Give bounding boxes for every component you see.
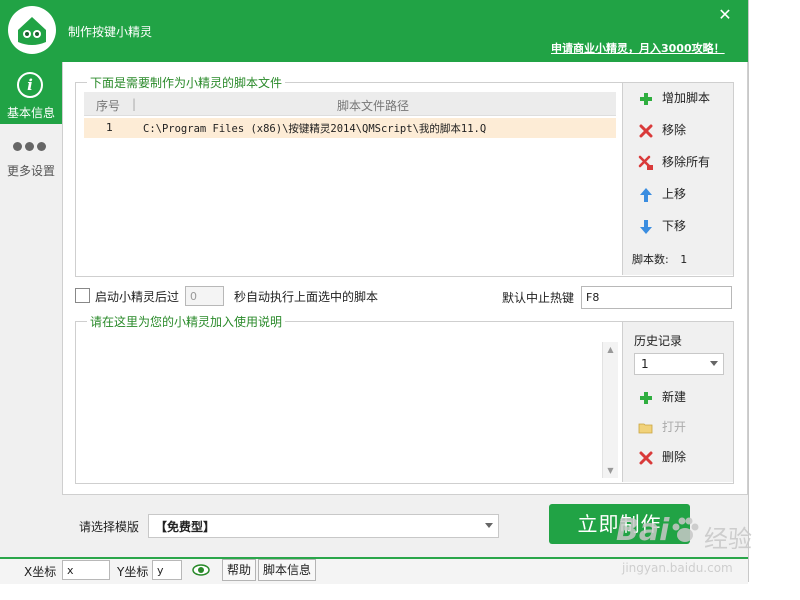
plus-icon [638,390,654,406]
y-coord-label: Y坐标 [117,565,149,579]
script-list-header: 序号 | 脚本文件路径 [84,92,616,116]
arrow-up-icon [638,187,654,203]
row-path: C:\Program Files (x86)\按键精灵2014\QMScript… [143,123,487,135]
history-panel: 历史记录 1 新建 打开 删除 [622,322,733,482]
scripts-group-legend: 下面是需要制作为小精灵的脚本文件 [87,74,286,91]
sidebar-item-basic-info[interactable]: i 基本信息 [0,62,62,124]
paw-icon [672,517,699,542]
script-count: 脚本数: 1 [632,251,687,267]
description-group-legend: 请在这里为您的小精灵加入使用说明 [87,313,286,330]
new-button[interactable]: 新建 [638,388,686,408]
history-select[interactable]: 1 [634,353,724,375]
app-logo-icon [8,6,56,54]
column-header-index[interactable]: 序号 [96,97,120,114]
hotkey-label: 默认中止热键 [502,291,575,305]
sidebar-item-more-settings[interactable]: 更多设置 [0,132,62,184]
delete-button[interactable]: 删除 [638,448,686,468]
folder-icon [638,420,654,436]
x-coord-label: X坐标 [24,565,57,579]
delete-label: 删除 [662,450,687,464]
sidebar-item-label: 基本信息 [6,106,55,120]
autorun-label: 启动小精灵后过 [95,290,180,304]
move-down-label: 下移 [662,219,687,233]
eye-icon[interactable] [192,561,210,579]
main-window: 制作按键小精灵 ✕ 申请商业小精灵，月入3000攻略！ i 基本信息 更多设置 … [0,0,749,584]
autorun-seconds-input[interactable] [185,286,224,306]
watermark-url: jingyan.baidu.com [622,561,733,575]
x-icon [638,450,654,466]
y-coord-input[interactable] [152,560,182,580]
column-header-path[interactable]: 脚本文件路径 [337,97,409,114]
promo-link[interactable]: 申请商业小精灵，月入3000攻略！ [551,40,725,56]
move-up-label: 上移 [662,187,687,201]
arrow-down-icon [638,219,654,235]
remove-all-label: 移除所有 [662,155,711,169]
baidu-watermark: Bai 经验 jingyan.baidu.com [612,505,772,585]
remove-button[interactable]: 移除 [638,121,686,141]
script-list[interactable]: 序号 | 脚本文件路径 1 C:\Program Files (x86)\按键精… [84,92,616,264]
sidebar: i 基本信息 更多设置 [0,62,62,557]
history-select-value: 1 [641,357,649,371]
plus-icon [638,91,654,107]
more-dots-icon [13,140,49,151]
remove-label: 移除 [662,123,687,137]
scroll-down-icon[interactable]: ▼ [605,465,616,476]
template-label: 请选择模版 [79,520,140,534]
script-actions-panel: 增加脚本 移除 移除所有 上移 下移 脚本数: 1 [622,83,733,275]
description-textarea[interactable] [76,330,620,480]
chevron-down-icon [485,523,493,528]
script-count-value: 1 [680,253,688,266]
history-label: 历史记录 [634,334,683,348]
table-row[interactable]: 1 C:\Program Files (x86)\按键精灵2014\QMScri… [84,118,616,138]
row-index: 1 [106,121,113,134]
title-bar: 制作按键小精灵 ✕ 申请商业小精灵，月入3000攻略！ [0,0,748,62]
x-coord-input[interactable] [62,560,110,580]
add-script-button[interactable]: 增加脚本 [638,89,710,109]
description-scrollbar[interactable]: ▲ ▼ [602,342,618,478]
x-icon [638,123,654,139]
move-down-button[interactable]: 下移 [638,217,686,237]
help-button[interactable]: 帮助 [222,559,257,581]
move-up-button[interactable]: 上移 [638,185,686,205]
close-icon[interactable]: ✕ [716,6,734,24]
scroll-up-icon[interactable]: ▲ [605,344,616,355]
new-label: 新建 [662,390,687,404]
x-multi-icon [638,155,654,171]
template-select-value: 【免费型】 [155,520,216,534]
open-label: 打开 [662,420,687,434]
watermark-suffix: 经验 [704,525,752,553]
hotkey-input[interactable] [581,286,732,309]
add-script-label: 增加脚本 [662,91,711,105]
autorun-checkbox[interactable] [75,288,90,303]
window-title: 制作按键小精灵 [68,25,153,39]
template-select[interactable]: 【免费型】 [148,514,499,538]
autorun-suffix: 秒自动执行上面选中的脚本 [234,290,379,304]
watermark-brand: Bai [616,513,670,548]
sidebar-item-label: 更多设置 [6,164,55,178]
open-button[interactable]: 打开 [638,418,686,438]
info-icon: i [17,72,43,98]
script-info-button[interactable]: 脚本信息 [258,559,317,581]
script-count-label: 脚本数: [632,253,669,266]
remove-all-button[interactable]: 移除所有 [638,153,710,173]
chevron-down-icon [710,361,718,366]
